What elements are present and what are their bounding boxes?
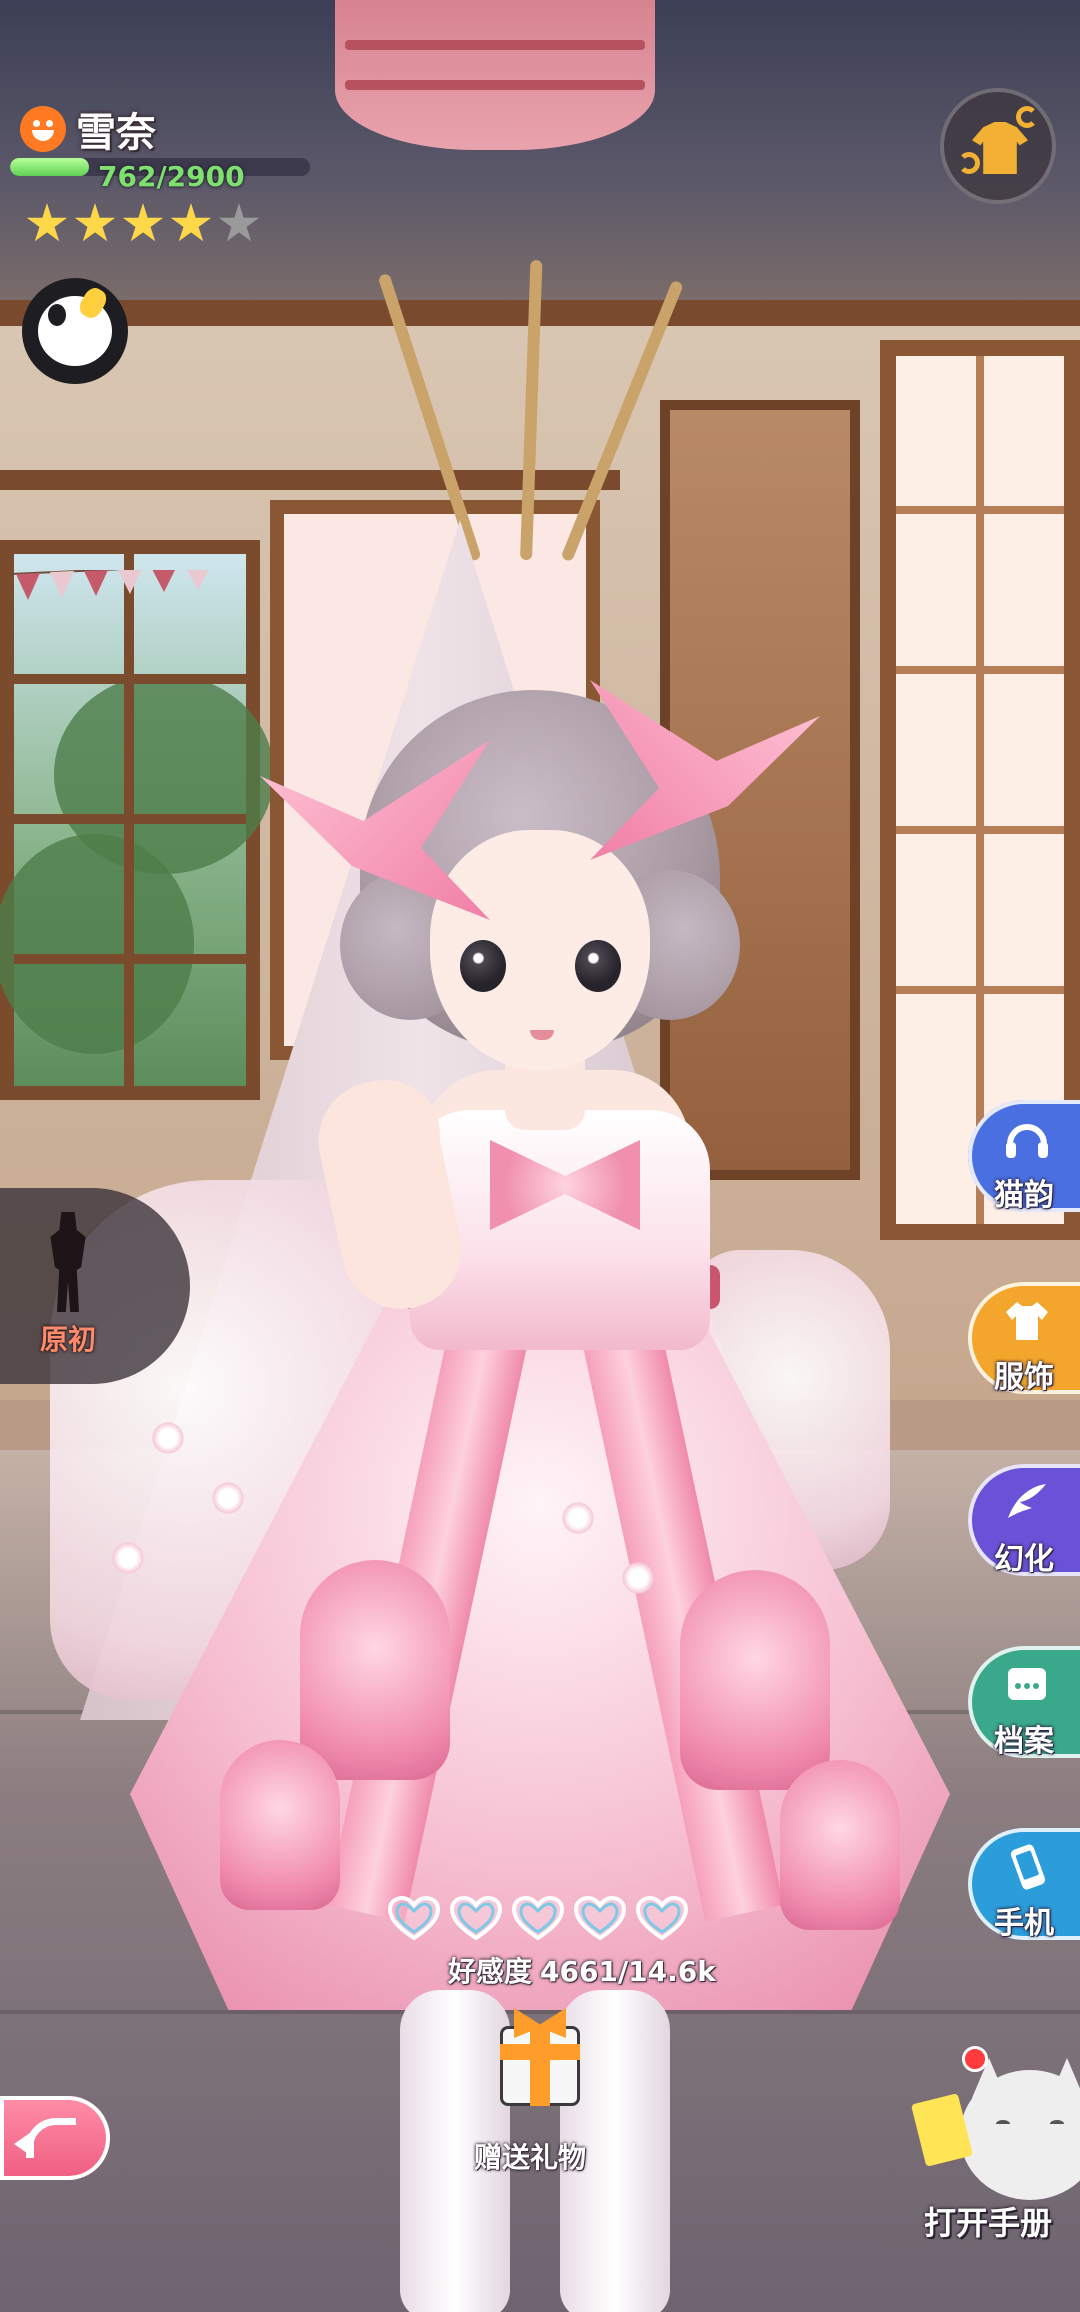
smile-face-icon	[20, 106, 66, 152]
back-arrow-head	[14, 2130, 34, 2158]
character-name: 雪奈	[76, 110, 156, 156]
open-handbook-label: 打开手册	[924, 2204, 1053, 2242]
star-rating	[26, 203, 260, 245]
heart-ornament	[300, 1560, 450, 1780]
heart-ornament	[220, 1740, 340, 1910]
flower-pattern	[620, 1560, 656, 1596]
side-menu-label: 档案	[994, 1724, 1054, 1759]
heart-ornament	[780, 1760, 900, 1930]
side-menu-label: 猫韵	[994, 1178, 1054, 1213]
heart-icon	[511, 1895, 565, 1942]
mascot-eye	[48, 304, 66, 326]
flower-pattern	[210, 1480, 246, 1516]
star-filled-icon	[74, 203, 116, 242]
affinity-label: 好感度	[448, 1955, 533, 1988]
heart-icon	[635, 1895, 689, 1942]
hand-left	[330, 1080, 440, 1190]
side-menu-outfit-button[interactable]: 服饰	[968, 1282, 1080, 1395]
eye-left	[460, 940, 506, 992]
phone-icon	[1010, 1844, 1046, 1890]
send-gift-button[interactable]: 赠送礼物	[474, 2008, 602, 2188]
mascot-button[interactable]	[22, 278, 128, 384]
heart-icon	[449, 1895, 503, 1942]
star-empty-icon	[218, 203, 260, 242]
flower-pattern	[110, 1540, 146, 1576]
outfit-swap-button[interactable]	[940, 88, 1056, 204]
side-menu-transform-button[interactable]: 幻化	[968, 1464, 1080, 1577]
archive-icon	[1008, 1668, 1046, 1700]
silhouette-icon	[50, 1212, 86, 1312]
side-menu-music-button[interactable]: 猫韵	[968, 1100, 1080, 1213]
eye-right	[575, 940, 621, 992]
side-menu-label: 服饰	[994, 1360, 1054, 1395]
heart-icon	[387, 1895, 441, 1942]
wing-icon	[1008, 1484, 1046, 1518]
notification-dot	[962, 2046, 988, 2072]
xp-progress-fill	[10, 158, 89, 176]
heart-ornament	[680, 1570, 830, 1790]
side-menu-archive-button[interactable]: 档案	[968, 1646, 1080, 1759]
star-filled-icon	[122, 203, 164, 242]
open-handbook-button[interactable]: 打开手册	[900, 2040, 1080, 2270]
affinity-value: 4661/14.6k	[540, 1955, 716, 1988]
gift-ribbon	[530, 2026, 550, 2106]
cat-mascot-icon	[960, 2070, 1080, 2200]
headphones-icon	[1006, 1124, 1048, 1158]
side-menu-label: 手机	[994, 1906, 1054, 1941]
swap-arrow-icon	[1016, 106, 1038, 128]
clothing-icon	[1006, 1302, 1048, 1340]
xp-progress-text: 762/2900	[98, 160, 245, 193]
star-filled-icon	[170, 203, 212, 242]
flower-pattern	[560, 1500, 596, 1536]
handbook-card-icon	[910, 2093, 974, 2167]
gift-ribbon	[500, 2044, 580, 2060]
side-menu-phone-button[interactable]: 手机	[968, 1828, 1080, 1941]
send-gift-label: 赠送礼物	[474, 2141, 587, 2174]
flower-pattern	[150, 1420, 186, 1456]
affinity-display: 好感度 4661/14.6k	[448, 1950, 716, 1990]
heart-icon	[573, 1895, 627, 1942]
origin-form-button[interactable]: 原初	[0, 1188, 190, 1384]
back-button[interactable]	[0, 2096, 110, 2180]
outfit-swap-icon	[972, 122, 1028, 174]
swap-arrow-icon	[958, 152, 980, 174]
star-filled-icon	[26, 203, 68, 242]
cat-eye	[1050, 2120, 1064, 2128]
affinity-hearts	[387, 1895, 689, 1942]
side-menu-label: 幻化	[994, 1542, 1054, 1577]
origin-form-label: 原初	[40, 1323, 97, 1356]
character-header: 雪奈	[20, 100, 156, 158]
cat-eye	[996, 2120, 1010, 2128]
